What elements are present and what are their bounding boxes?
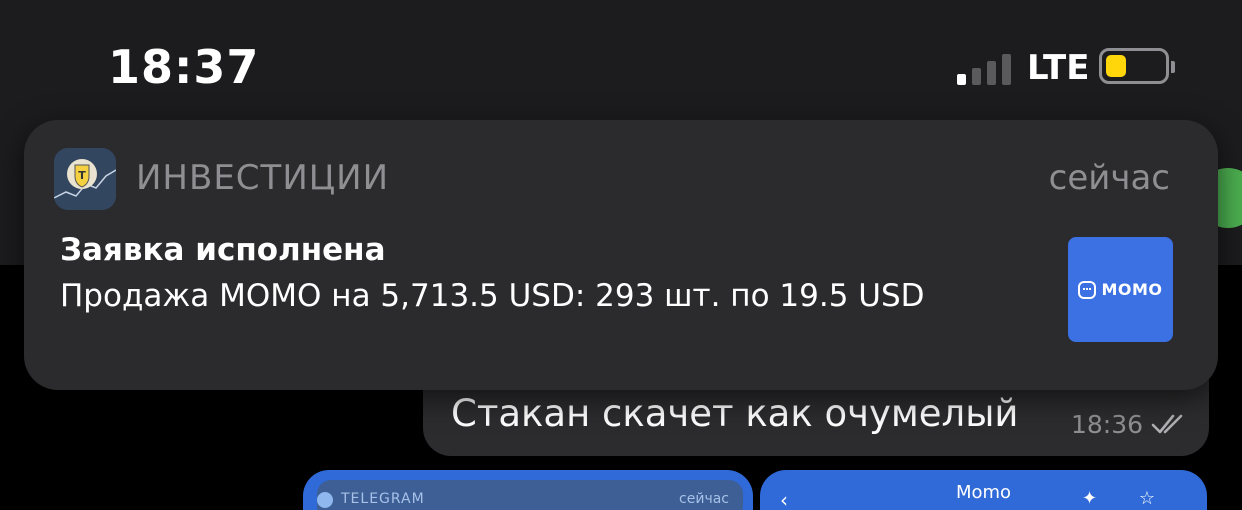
notification-time: сейчас: [1048, 158, 1170, 198]
momo-logo-icon: [1078, 280, 1097, 299]
double-check-icon: [1151, 414, 1183, 434]
notification-thumbnail: MOMO: [1068, 237, 1173, 342]
telegram-icon: [317, 492, 333, 508]
network-label: LTE: [1027, 48, 1090, 88]
message-time: 18:36: [1071, 410, 1144, 439]
toolbar-icons: ✦ ☆: [1082, 488, 1173, 509]
svg-text:Т: Т: [78, 169, 86, 182]
preview-tile-momo[interactable]: ‹ Momo ✦ ☆: [760, 470, 1207, 510]
thumbnail-label: MOMO: [1101, 280, 1163, 299]
tile-app-label: TELEGRAM: [341, 491, 425, 507]
notification-body: Продажа MOMO на 5,713.5 USD: 293 шт. по …: [60, 278, 925, 314]
tinkoff-shield-icon: Т: [54, 148, 116, 210]
signal-icon: [957, 51, 1013, 85]
preview-tile-telegram[interactable]: TELEGRAM сейчас: [303, 470, 753, 510]
notification-title: Заявка исполнена: [60, 232, 386, 268]
clock: 18:37: [108, 40, 260, 94]
push-notification[interactable]: Т ИНВЕСТИЦИИ сейчас Заявка исполнена Про…: [24, 120, 1218, 390]
status-bar: 18:37 LTE: [0, 0, 1242, 120]
tile-time: сейчас: [679, 491, 729, 507]
message-text: Стакан скачет как очумелый: [451, 392, 1019, 435]
battery-icon: [1099, 48, 1175, 84]
app-name: ИНВЕСТИЦИИ: [136, 158, 390, 198]
